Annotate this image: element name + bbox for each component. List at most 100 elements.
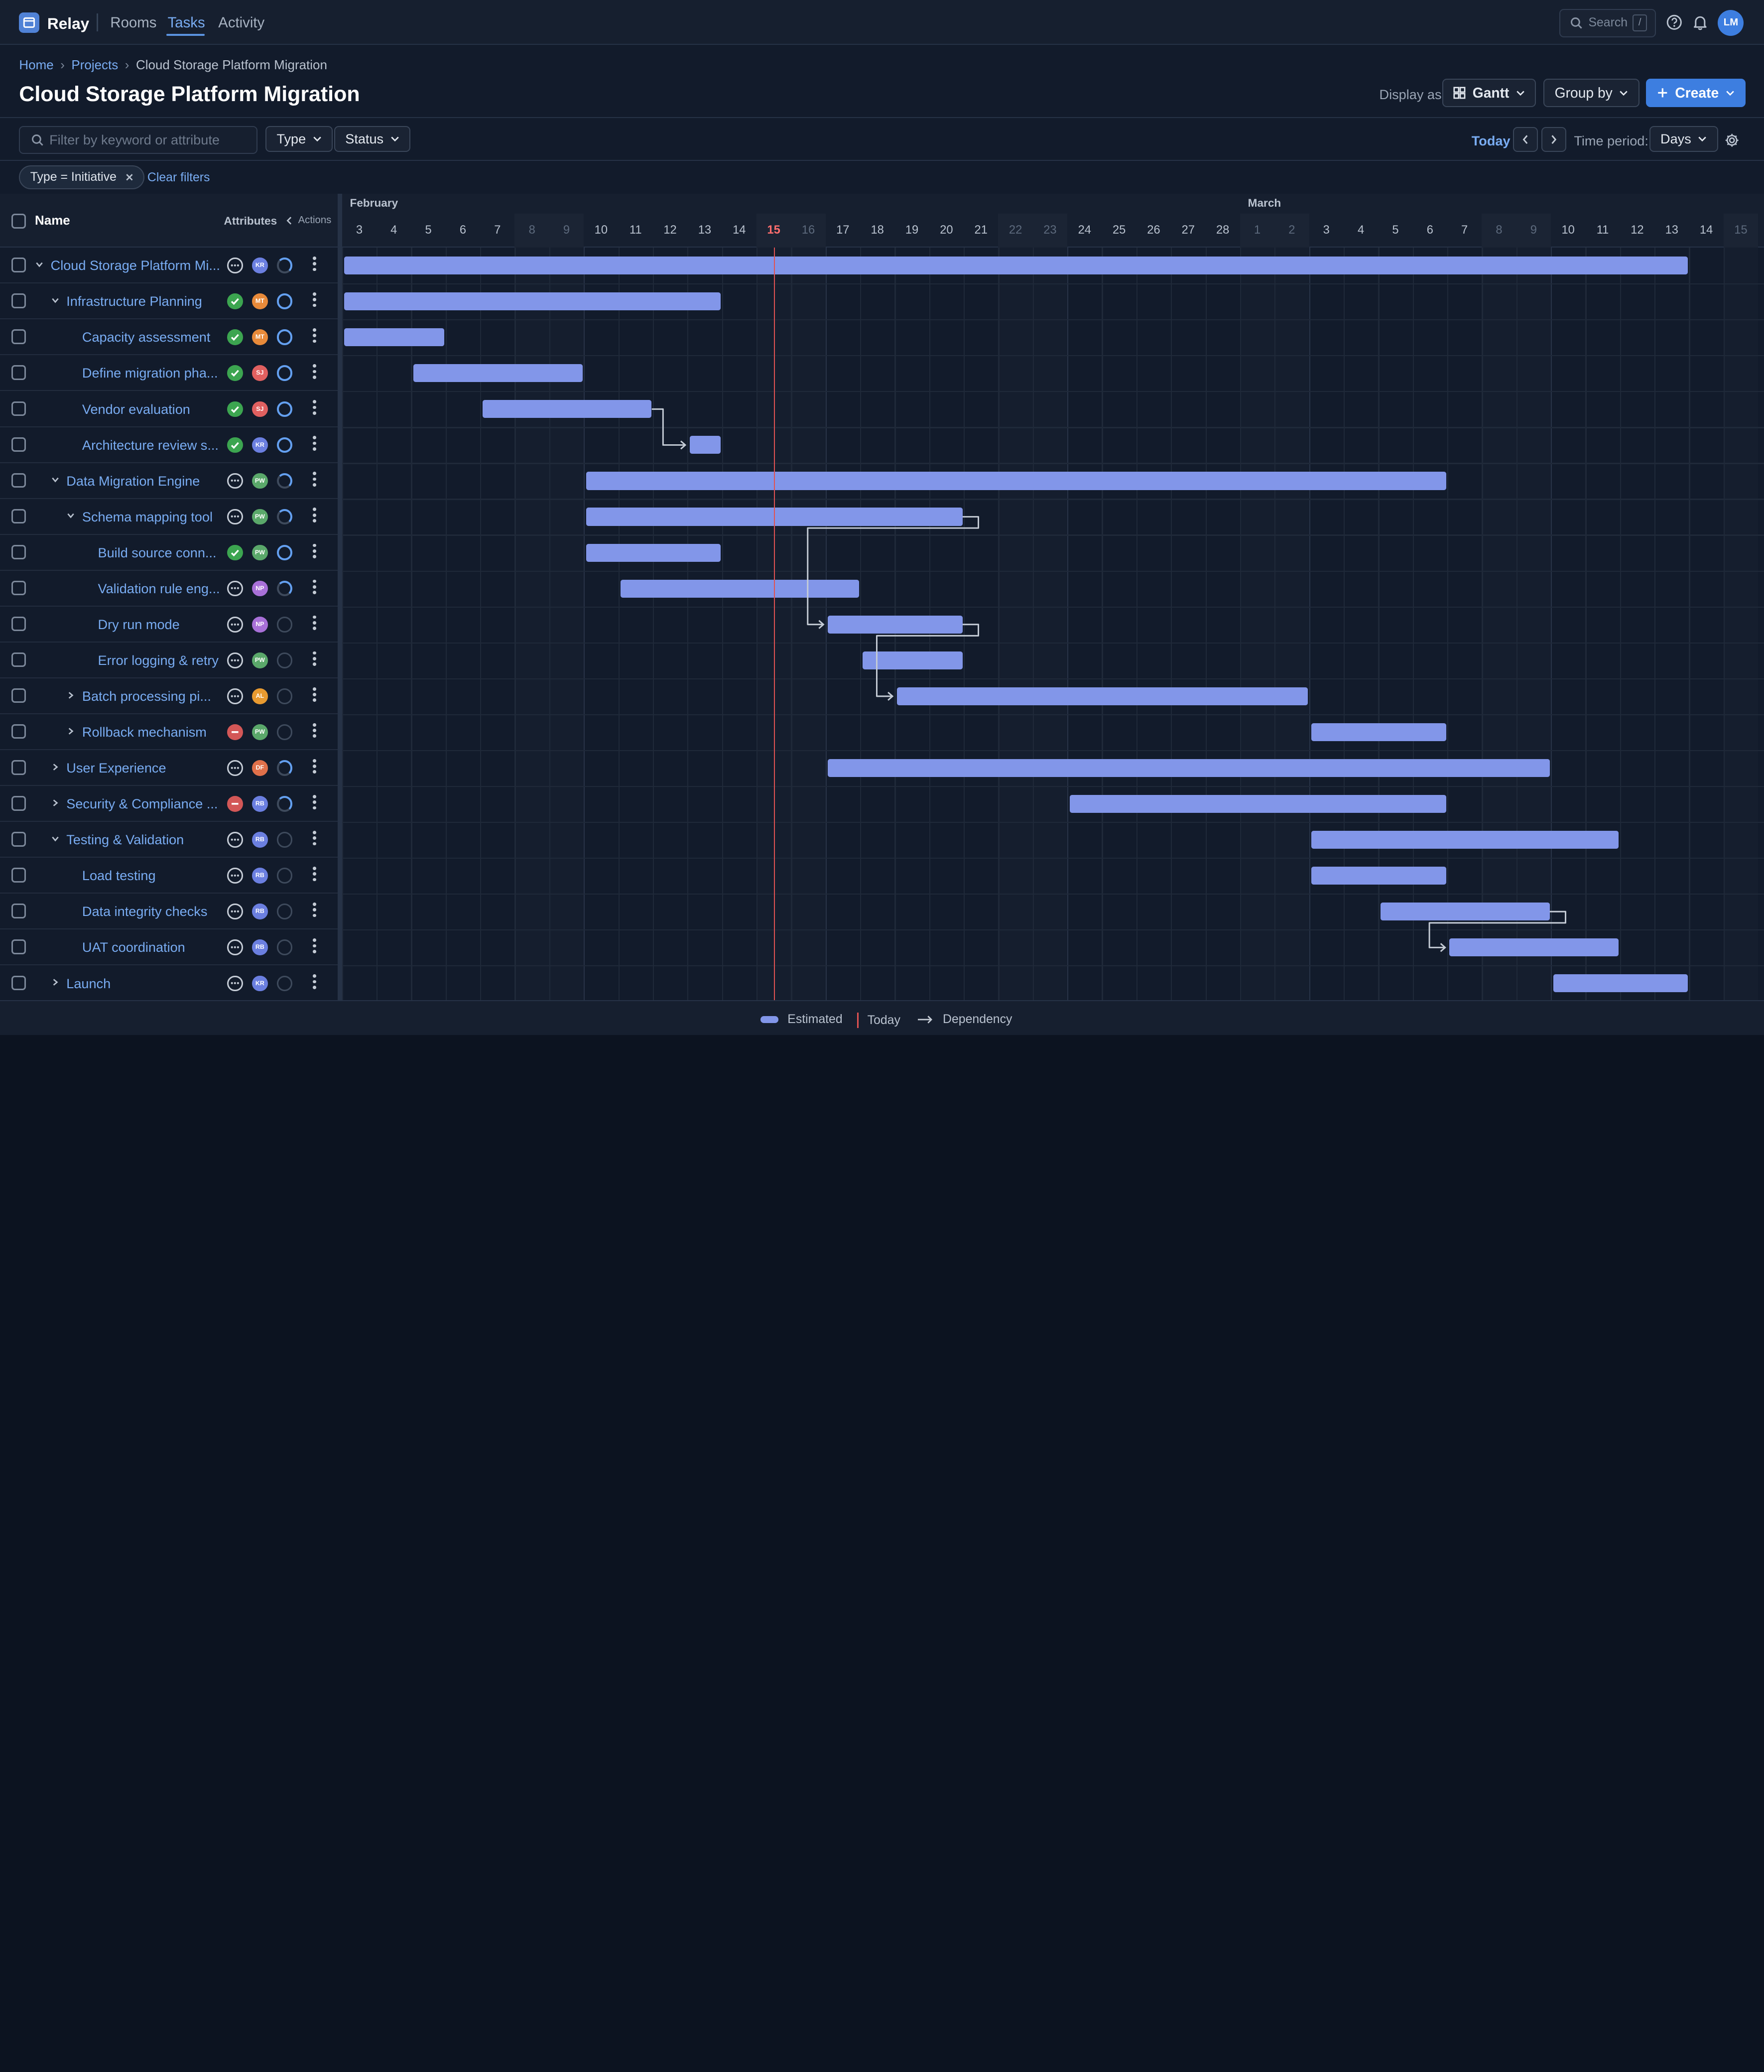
task-name[interactable]: Validation rule eng... bbox=[98, 581, 220, 597]
day-label[interactable]: 5 bbox=[1378, 214, 1412, 248]
task-row[interactable]: Rollback mechanism PW bbox=[0, 714, 338, 751]
more-actions-icon[interactable] bbox=[313, 472, 317, 488]
task-row[interactable]: Define migration pha... SJ bbox=[0, 355, 338, 391]
task-checkbox[interactable] bbox=[11, 975, 26, 990]
task-name[interactable]: Testing & Validation bbox=[66, 832, 184, 848]
day-label[interactable]: 21 bbox=[964, 214, 998, 248]
task-row[interactable]: Dry run mode NP bbox=[0, 607, 338, 643]
day-label[interactable]: 22 bbox=[998, 214, 1033, 248]
gear-icon[interactable] bbox=[1725, 133, 1739, 147]
day-label[interactable]: 14 bbox=[722, 214, 756, 248]
chevron-right-icon[interactable] bbox=[66, 691, 75, 700]
status-pending-icon[interactable] bbox=[227, 509, 243, 525]
more-actions-icon[interactable] bbox=[313, 508, 317, 523]
day-label[interactable]: 8 bbox=[1482, 214, 1516, 248]
status-done-icon[interactable] bbox=[227, 365, 243, 382]
day-label[interactable]: 1 bbox=[1240, 214, 1275, 248]
task-name[interactable]: Infrastructure Planning bbox=[66, 293, 202, 309]
task-checkbox[interactable] bbox=[11, 258, 26, 272]
task-name[interactable]: Schema mapping tool bbox=[82, 509, 213, 525]
day-label[interactable]: 20 bbox=[929, 214, 964, 248]
time-period-dropdown[interactable]: Days bbox=[1649, 126, 1718, 152]
task-name[interactable]: Capacity assessment bbox=[82, 329, 211, 345]
more-actions-icon[interactable] bbox=[313, 687, 317, 703]
assignee-avatar[interactable]: AL bbox=[252, 688, 268, 704]
chevron-down-icon[interactable] bbox=[51, 296, 60, 305]
more-actions-icon[interactable] bbox=[313, 723, 317, 739]
status-done-icon[interactable] bbox=[227, 401, 243, 417]
day-label[interactable]: 5 bbox=[411, 214, 445, 248]
task-name[interactable]: Rollback mechanism bbox=[82, 724, 207, 740]
more-actions-icon[interactable] bbox=[313, 651, 317, 667]
status-blocked-icon[interactable] bbox=[227, 796, 243, 812]
task-name[interactable]: Dry run mode bbox=[98, 617, 180, 633]
day-label[interactable]: 7 bbox=[480, 214, 514, 248]
assignee-avatar[interactable]: MT bbox=[252, 329, 268, 346]
collapse-attributes-chevron-icon[interactable] bbox=[286, 216, 293, 225]
day-label[interactable]: 13 bbox=[687, 214, 722, 248]
status-pending-icon[interactable] bbox=[227, 868, 243, 884]
more-actions-icon[interactable] bbox=[313, 938, 317, 954]
status-done-icon[interactable] bbox=[227, 437, 243, 453]
task-row[interactable]: Schema mapping tool PW bbox=[0, 499, 338, 535]
filter-input[interactable]: Filter by keyword or attribute bbox=[19, 126, 258, 154]
task-checkbox[interactable] bbox=[11, 365, 26, 380]
task-name[interactable]: Vendor evaluation bbox=[82, 401, 190, 417]
notifications-bell-icon[interactable] bbox=[1692, 14, 1708, 30]
day-label[interactable]: 18 bbox=[860, 214, 894, 248]
assignee-avatar[interactable]: KR bbox=[252, 975, 268, 992]
task-name[interactable]: UAT coordination bbox=[82, 939, 185, 955]
day-label-today[interactable]: 15 bbox=[756, 214, 791, 248]
day-label[interactable]: 2 bbox=[1274, 214, 1309, 248]
clear-filters-link[interactable]: Clear filters bbox=[147, 171, 210, 185]
task-row[interactable]: Testing & Validation RB bbox=[0, 822, 338, 858]
more-actions-icon[interactable] bbox=[313, 364, 317, 380]
task-row[interactable]: User Experience DF bbox=[0, 750, 338, 786]
assignee-avatar[interactable]: PW bbox=[252, 473, 268, 489]
assignee-avatar[interactable]: NP bbox=[252, 580, 268, 597]
status-pending-icon[interactable] bbox=[227, 258, 243, 273]
nav-tab-tasks[interactable]: Tasks bbox=[168, 14, 205, 31]
day-label[interactable]: 11 bbox=[1585, 214, 1620, 248]
status-blocked-icon[interactable] bbox=[227, 724, 243, 740]
day-label[interactable]: 7 bbox=[1447, 214, 1482, 248]
status-pending-icon[interactable] bbox=[227, 616, 243, 633]
day-label[interactable]: 9 bbox=[1516, 214, 1551, 248]
attributes-column-header[interactable]: Attributes bbox=[224, 215, 277, 228]
day-label[interactable]: 25 bbox=[1102, 214, 1136, 248]
assignee-avatar[interactable]: PW bbox=[252, 724, 268, 740]
day-label[interactable]: 26 bbox=[1136, 214, 1171, 248]
more-actions-icon[interactable] bbox=[313, 759, 317, 775]
more-actions-icon[interactable] bbox=[313, 257, 317, 272]
assignee-avatar[interactable]: DF bbox=[252, 760, 268, 776]
day-label[interactable]: 17 bbox=[826, 214, 860, 248]
task-row[interactable]: Infrastructure Planning MT bbox=[0, 283, 338, 320]
task-checkbox[interactable] bbox=[11, 473, 26, 488]
status-pending-icon[interactable] bbox=[227, 904, 243, 920]
day-label[interactable]: 4 bbox=[377, 214, 411, 248]
assignee-avatar[interactable]: RB bbox=[252, 904, 268, 920]
task-checkbox[interactable] bbox=[11, 688, 26, 703]
task-checkbox[interactable] bbox=[11, 616, 26, 632]
status-filter-dropdown[interactable]: Status bbox=[334, 126, 410, 152]
day-label[interactable]: 10 bbox=[584, 214, 618, 248]
task-name[interactable]: Data integrity checks bbox=[82, 904, 207, 919]
task-checkbox[interactable] bbox=[11, 329, 26, 344]
task-checkbox[interactable] bbox=[11, 796, 26, 811]
assignee-avatar[interactable]: SJ bbox=[252, 401, 268, 417]
status-pending-icon[interactable] bbox=[227, 688, 243, 704]
more-actions-icon[interactable] bbox=[313, 436, 317, 452]
global-search-input[interactable]: Search / bbox=[1559, 9, 1656, 37]
assignee-avatar[interactable]: NP bbox=[252, 616, 268, 633]
chevron-down-icon[interactable] bbox=[51, 834, 60, 843]
task-row[interactable]: Error logging & retry PW bbox=[0, 643, 338, 678]
task-row[interactable]: Load testing RB bbox=[0, 858, 338, 894]
day-label[interactable]: 8 bbox=[514, 214, 549, 248]
task-checkbox[interactable] bbox=[11, 437, 26, 452]
assignee-avatar[interactable]: PW bbox=[252, 544, 268, 561]
more-actions-icon[interactable] bbox=[313, 903, 317, 918]
more-actions-icon[interactable] bbox=[313, 328, 317, 344]
assignee-avatar[interactable]: KR bbox=[252, 437, 268, 453]
chevron-right-icon[interactable] bbox=[51, 798, 60, 807]
day-label[interactable]: 23 bbox=[1032, 214, 1068, 248]
